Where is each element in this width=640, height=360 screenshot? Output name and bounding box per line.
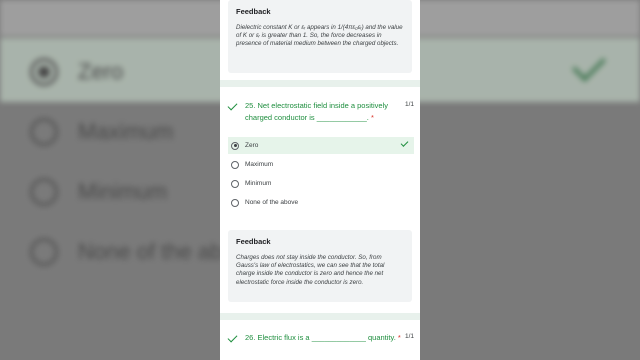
correct-check-icon	[227, 332, 238, 343]
feedback-box: Feedback Dielectric constant K or εᵣ app…	[228, 0, 412, 73]
question-header: 25. Net electrostatic field inside a pos…	[227, 100, 418, 123]
option-zero[interactable]: Zero	[228, 137, 414, 154]
option-label: Minimum	[245, 180, 272, 187]
bg-option: None of the ab	[30, 238, 222, 266]
bg-option: Maximum	[30, 118, 173, 146]
question-card: Feedback Dielectric constant K or εᵣ app…	[220, 0, 420, 80]
radio-icon[interactable]	[231, 179, 239, 188]
radio-icon[interactable]	[231, 160, 239, 169]
radio-selected-icon[interactable]	[231, 141, 239, 150]
bg-option: Minimum	[30, 178, 167, 206]
feedback-box: Feedback Charges does not stay inside th…	[228, 230, 412, 302]
option-label: None of the above	[245, 199, 299, 206]
question-card: 26. Electric flux is a _____________ qua…	[220, 320, 420, 360]
required-mark: *	[397, 333, 401, 342]
radio-icon[interactable]	[231, 198, 239, 207]
option-label: Zero	[245, 142, 259, 149]
bg-option: Zero	[30, 58, 123, 86]
feedback-text: Dielectric constant K or εᵣ appears in 1…	[236, 24, 403, 48]
option-none[interactable]: None of the above	[228, 194, 414, 211]
question-card: 25. Net electrostatic field inside a pos…	[220, 87, 420, 313]
question-text: 25. Net electrostatic field inside a pos…	[245, 101, 388, 122]
bg-radio-icon	[30, 58, 58, 86]
bg-radio-icon	[30, 118, 58, 146]
option-label: Maximum	[245, 161, 274, 168]
question-text: 26. Electric flux is a _____________ qua…	[245, 333, 401, 342]
feedback-text: Charges does not stay inside the conduct…	[236, 254, 385, 286]
feedback-title: Feedback	[236, 237, 271, 246]
bg-radio-icon	[30, 178, 58, 206]
question-score: 1/1	[404, 333, 414, 340]
feedback-title: Feedback	[236, 7, 271, 16]
form-panel: Feedback Dielectric constant K or εᵣ app…	[220, 0, 420, 360]
correct-check-icon	[227, 100, 238, 111]
question-header: 26. Electric flux is a _____________ qua…	[227, 332, 418, 344]
bg-radio-icon	[30, 238, 58, 266]
correct-check-icon	[400, 139, 409, 147]
question-score: 1/1	[404, 101, 414, 108]
option-minimum[interactable]: Minimum	[228, 175, 414, 192]
option-maximum[interactable]: Maximum	[228, 156, 414, 173]
required-mark: *	[370, 112, 374, 122]
